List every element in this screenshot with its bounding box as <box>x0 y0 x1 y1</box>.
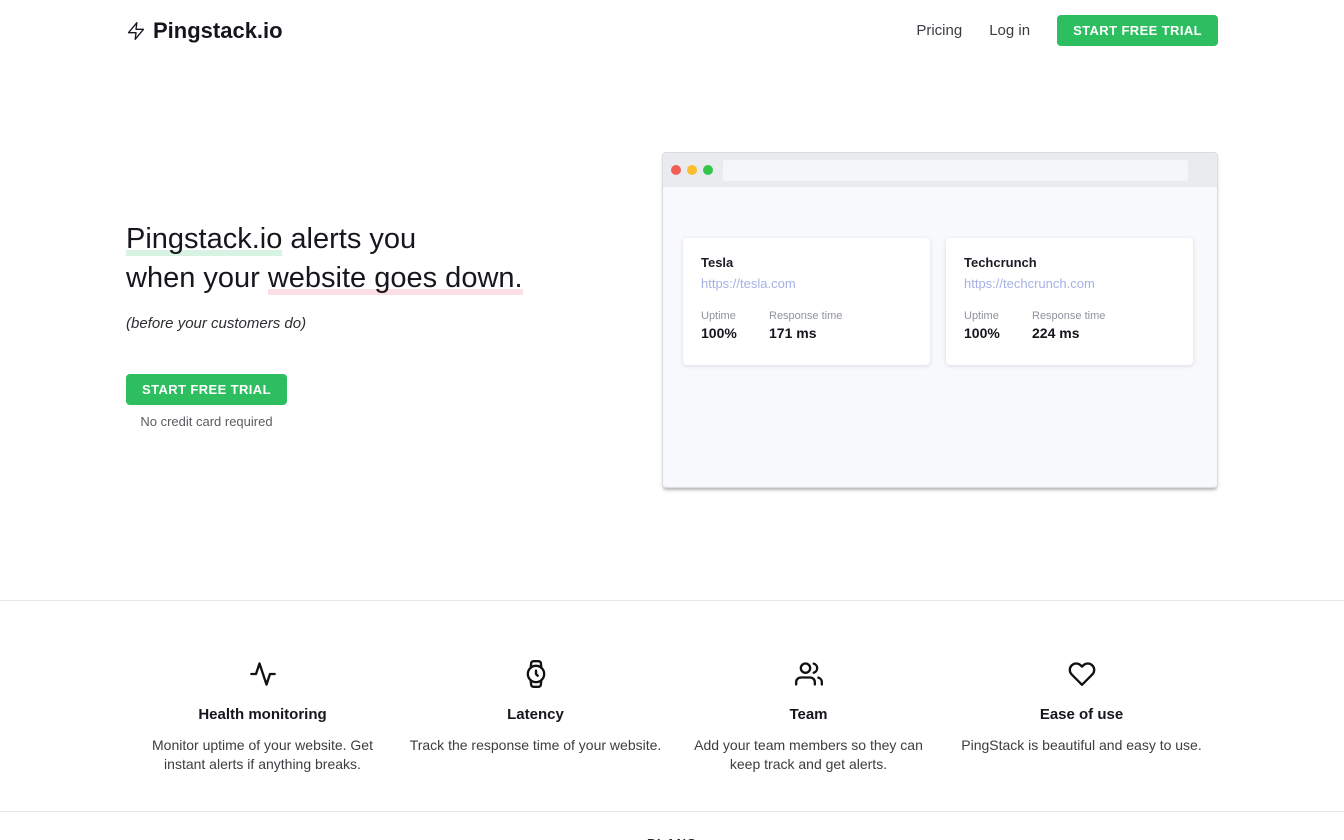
feature-description: Track the response time of your website. <box>399 736 672 755</box>
close-window-icon <box>671 165 681 175</box>
site-name: Tesla <box>701 255 912 270</box>
hero-subtitle: (before your customers do) <box>126 315 616 332</box>
monitor-card-tesla: Tesla https://tesla.com Uptime 100% Resp… <box>683 238 930 365</box>
feature-title: Health monitoring <box>126 706 399 723</box>
site-stats: Uptime 100% Response time 171 ms <box>701 310 912 341</box>
site-url: https://techcrunch.com <box>964 276 1175 291</box>
response-time-label: Response time <box>1032 310 1105 322</box>
response-time-value: 171 ms <box>769 325 842 341</box>
feature-description: Add your team members so they can keep t… <box>672 736 945 774</box>
hero-heading-highlight-pink: website goes down. <box>268 262 523 295</box>
plans-section-label: PLANS <box>0 836 1344 840</box>
hero-heading: Pingstack.io alerts you when your website… <box>126 220 616 298</box>
hero-heading-text2: when your <box>126 262 268 294</box>
browser-mockup: Tesla https://tesla.com Uptime 100% Resp… <box>662 152 1218 488</box>
uptime-label: Uptime <box>964 310 1032 322</box>
uptime-label: Uptime <box>701 310 769 322</box>
address-bar <box>723 160 1188 181</box>
hero-heading-highlight-green: Pingstack.io <box>126 223 282 256</box>
traffic-light-buttons <box>671 165 713 175</box>
activity-icon <box>126 660 399 688</box>
top-navigation: Pingstack.io Pricing Log in START FREE T… <box>126 0 1218 48</box>
users-icon <box>672 660 945 688</box>
hero-cta-block: START FREE TRIAL No credit card required <box>126 374 287 429</box>
minimize-window-icon <box>687 165 697 175</box>
response-time-label: Response time <box>769 310 842 322</box>
nav-links: Pricing Log in START FREE TRIAL <box>916 15 1218 46</box>
feature-description: Monitor uptime of your website. Get inst… <box>126 736 399 774</box>
brand-logo[interactable]: Pingstack.io <box>126 18 283 44</box>
feature-title: Team <box>672 706 945 723</box>
hero-copy: Pingstack.io alerts you when your website… <box>126 48 616 429</box>
feature-latency: Latency Track the response time of your … <box>399 660 672 774</box>
start-free-trial-button-hero[interactable]: START FREE TRIAL <box>126 374 287 405</box>
feature-team: Team Add your team members so they can k… <box>672 660 945 774</box>
maximize-window-icon <box>703 165 713 175</box>
site-name: Techcrunch <box>964 255 1175 270</box>
monitor-card-techcrunch: Techcrunch https://techcrunch.com Uptime… <box>946 238 1193 365</box>
plans-section: PLANS <box>0 811 1344 840</box>
feature-title: Ease of use <box>945 706 1218 723</box>
brand-name: Pingstack.io <box>153 18 283 44</box>
browser-titlebar <box>663 153 1217 187</box>
hero-heading-text: alerts you <box>282 223 416 255</box>
feature-title: Latency <box>399 706 672 723</box>
response-time-value: 224 ms <box>1032 325 1105 341</box>
browser-content: Tesla https://tesla.com Uptime 100% Resp… <box>663 187 1217 365</box>
feature-health-monitoring: Health monitoring Monitor uptime of your… <box>126 660 399 774</box>
watch-icon <box>399 660 672 688</box>
site-stats: Uptime 100% Response time 224 ms <box>964 310 1175 341</box>
no-credit-card-note: No credit card required <box>126 414 287 429</box>
uptime-value: 100% <box>964 325 1032 341</box>
nav-link-pricing[interactable]: Pricing <box>916 22 962 39</box>
start-free-trial-button-nav[interactable]: START FREE TRIAL <box>1057 15 1218 46</box>
feature-ease-of-use: Ease of use PingStack is beautiful and e… <box>945 660 1218 774</box>
feature-description: PingStack is beautiful and easy to use. <box>945 736 1218 755</box>
features-section: Health monitoring Monitor uptime of your… <box>0 600 1344 811</box>
response-time-stat: Response time 171 ms <box>769 310 842 341</box>
site-url: https://tesla.com <box>701 276 912 291</box>
uptime-stat: Uptime 100% <box>964 310 1032 341</box>
hero-section: Pingstack.io alerts you when your website… <box>126 48 1218 488</box>
nav-link-login[interactable]: Log in <box>989 22 1030 39</box>
zap-icon <box>126 21 146 41</box>
heart-icon <box>945 660 1218 688</box>
uptime-stat: Uptime 100% <box>701 310 769 341</box>
uptime-value: 100% <box>701 325 769 341</box>
response-time-stat: Response time 224 ms <box>1032 310 1105 341</box>
